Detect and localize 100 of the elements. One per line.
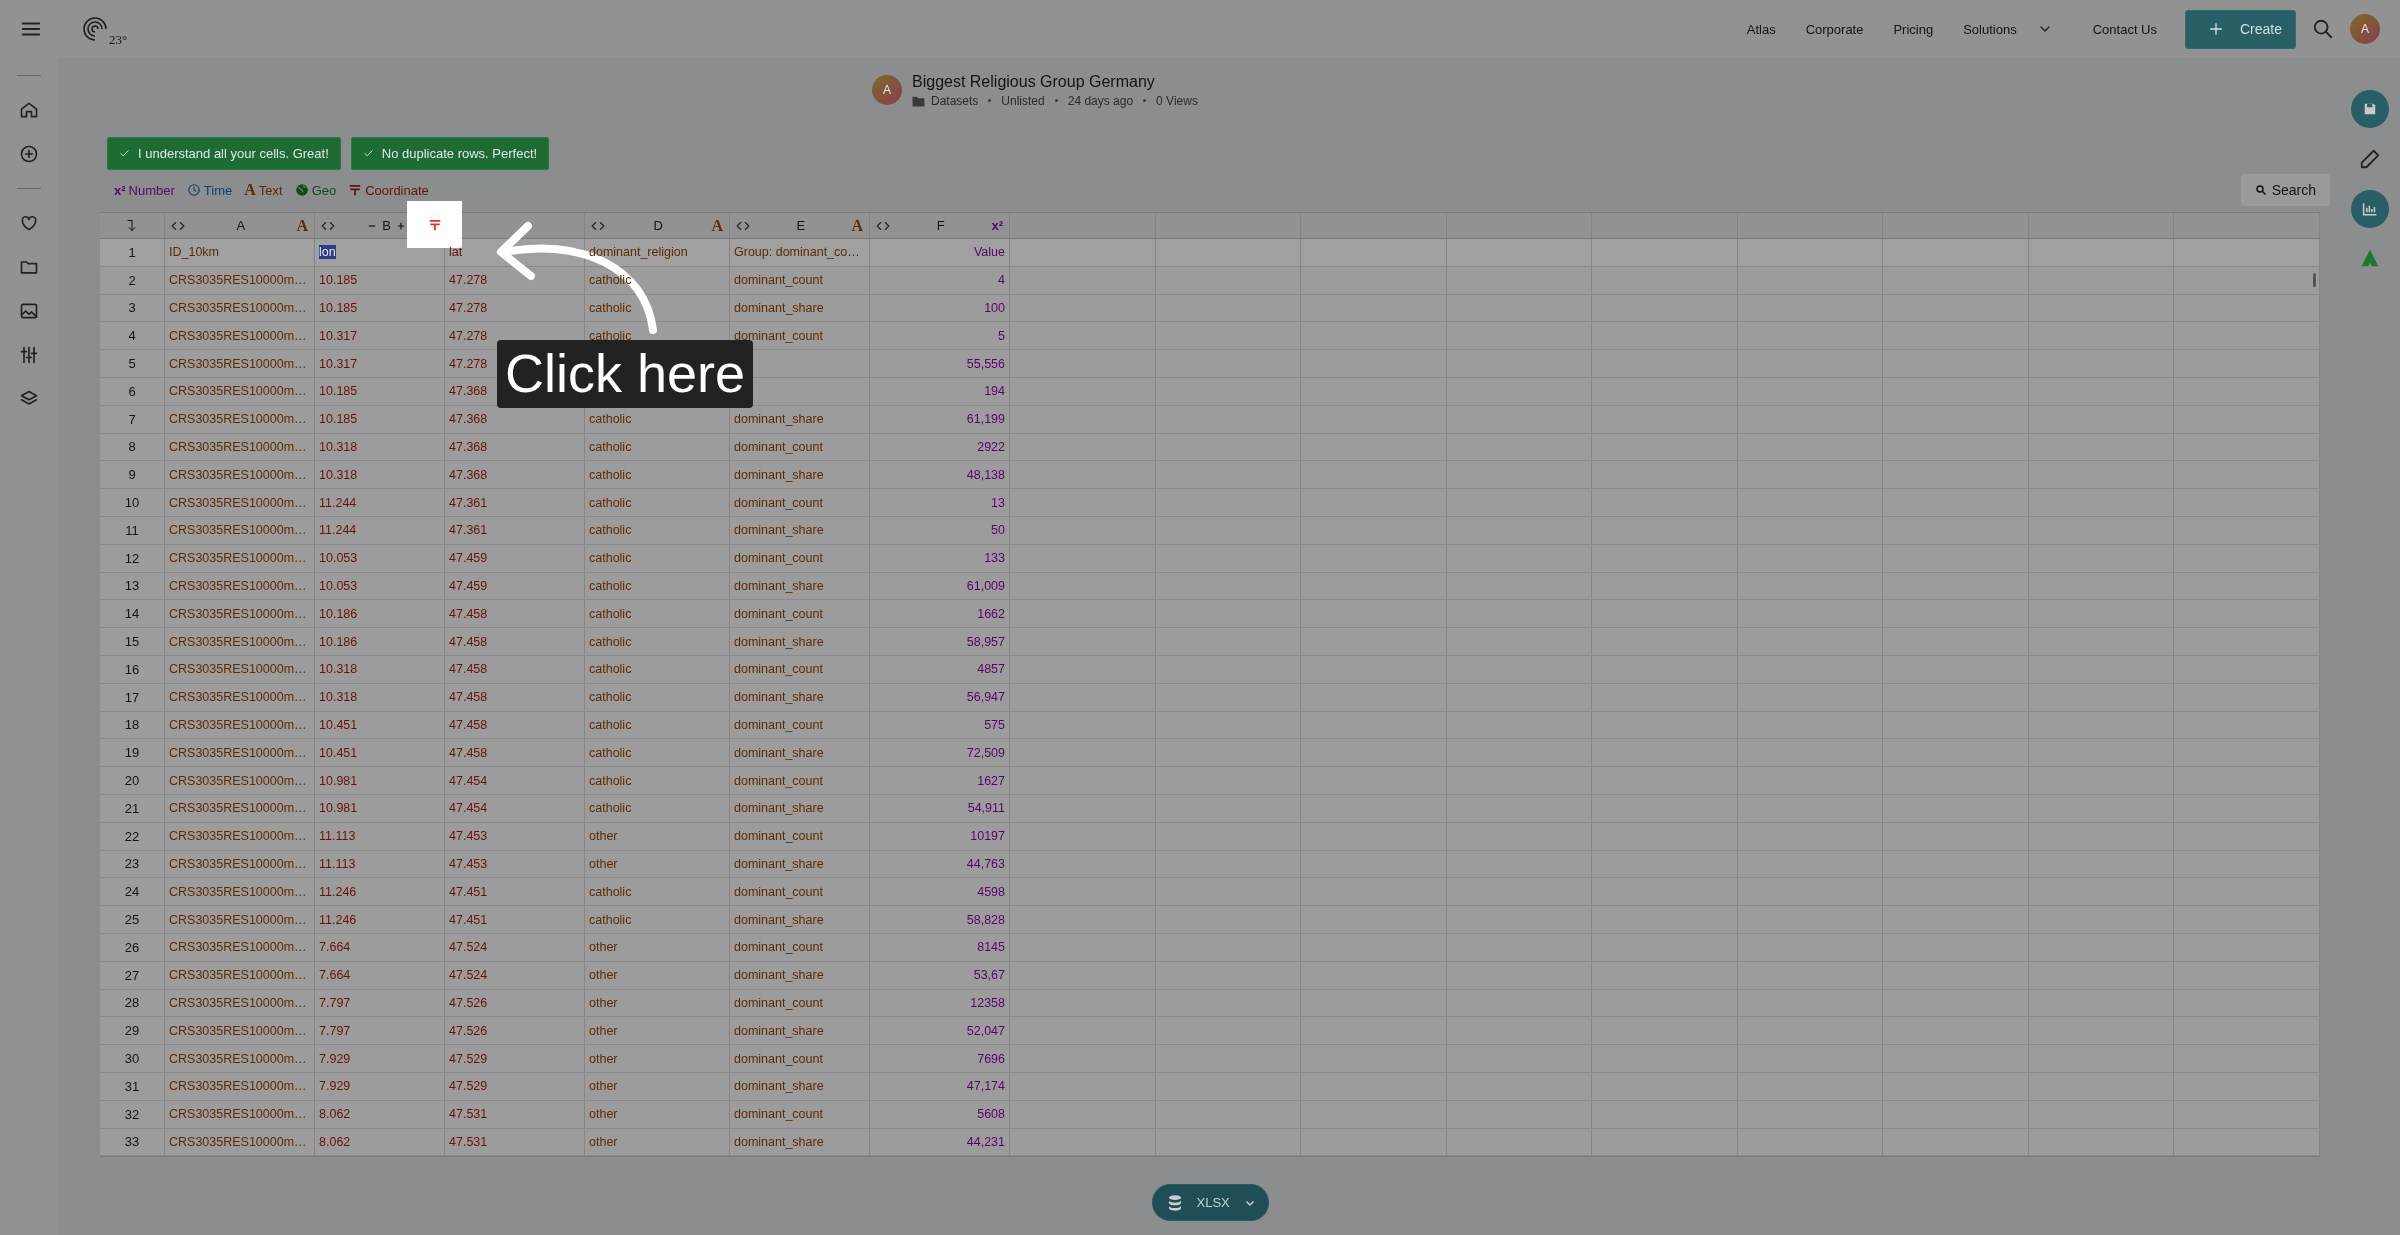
table-cell: 10.318 [319,467,358,482]
table-cell: dominant_share [734,1134,824,1149]
plus-icon[interactable] [396,221,405,230]
table-cell: 47.524 [449,968,488,983]
nav-link[interactable]: Solutions [1963,21,2063,37]
table-cell: 50 [991,523,1005,538]
table-cell: dominant_share [734,1023,824,1038]
header-cell[interactable]: lat [449,245,463,260]
table-cell: catholic [589,801,632,816]
search-button[interactable]: Search [2240,174,2330,206]
home-icon[interactable] [19,100,39,120]
nav-link[interactable]: Atlas [1746,21,1776,37]
table-cell: CRS3035RES10000m… [169,606,307,621]
code-icon[interactable] [736,219,750,232]
table-cell: 1627 [977,773,1005,788]
table-cell: CRS3035RES10000m… [169,328,307,343]
table-cell: catholic [589,328,632,343]
row-number: 32 [100,1100,165,1128]
owner-avatar[interactable]: A [872,75,902,105]
table-cell: catholic [589,551,632,566]
meta-text: 0 Views [1156,93,1198,108]
nav-link[interactable]: Contact Us [2092,21,2157,37]
table-cell: 47.526 [449,995,488,1010]
header-cell[interactable]: lon [319,245,336,260]
header-cell[interactable]: dominant_religion [589,245,688,260]
row-number: 11 [100,516,165,544]
table-cell: other [589,829,618,844]
code-icon[interactable] [876,219,890,232]
table-cell: CRS3035RES10000m… [169,968,307,983]
code-icon[interactable] [171,219,185,232]
table-cell: 47.451 [449,912,488,927]
table-cell: 47.459 [449,578,488,593]
plus-icon [2208,21,2224,37]
text-type-icon[interactable]: A [296,216,308,235]
search-icon[interactable] [2312,18,2334,40]
folder-link[interactable]: Datasets [931,93,979,108]
nav-link[interactable]: Corporate [1805,21,1864,37]
column-header[interactable]: E [796,218,806,233]
table-cell: 575 [984,717,1005,732]
table-cell: other [589,995,618,1010]
table-cell: 10.451 [319,717,358,732]
export-format-button[interactable]: XLSX [1151,1184,1269,1222]
table-cell: CRS3035RES10000m… [169,801,307,816]
add-icon[interactable] [19,144,39,164]
table-cell: 44,763 [966,856,1005,871]
database-icon [1166,1193,1183,1212]
table-cell: 10.186 [319,634,358,649]
table-cell: 7.929 [319,1079,351,1094]
column-header[interactable]: F [936,218,945,233]
sliders-icon[interactable] [19,345,39,365]
header-cell[interactable]: Group: dominant_co… [734,245,860,260]
column-header[interactable]: D [653,218,663,233]
table-cell: 10.317 [319,356,358,371]
sort-icon[interactable] [126,218,138,233]
number-type-icon[interactable]: x² [991,218,1003,233]
table-cell: dominant_count [734,1051,823,1066]
table-cell: CRS3035RES10000m… [169,384,307,399]
create-button[interactable]: Create [2185,9,2296,49]
table-cell: 55,556 [966,356,1005,371]
status-text: No duplicate rows. Perfect! [381,146,538,161]
header-cell[interactable]: ID_10km [169,245,220,260]
table-cell: 47.458 [449,606,488,621]
scrollbar-thumb[interactable] [2313,273,2316,287]
table-cell: 47.368 [449,384,488,399]
table-cell: dominant_share [734,968,824,983]
table-cell: 7.664 [319,940,351,955]
user-avatar[interactable]: A [2350,14,2380,44]
save-button[interactable] [2351,90,2389,128]
pencil-icon[interactable] [2359,148,2381,170]
text-type-icon[interactable]: A [851,216,863,235]
row-number: 3 [100,294,165,322]
logo[interactable]: 23° [82,16,128,42]
table-cell: other [589,1134,618,1149]
code-icon[interactable] [321,219,335,232]
table-cell: dominant_share [734,1079,824,1094]
row-number: 31 [100,1072,165,1100]
table-cell: catholic [589,301,632,315]
nav-link[interactable]: Pricing [1893,21,1934,37]
table-cell: 47.451 [449,884,488,899]
heart-icon[interactable] [19,213,39,233]
column-header[interactable]: B [368,218,405,233]
table-cell: 47.453 [449,856,488,871]
table-cell: other [589,1107,618,1122]
number-type-icon: x² [114,182,126,198]
table-cell: 1662 [977,606,1005,621]
table-cell: CRS3035RES10000m… [169,662,307,677]
header-cell[interactable]: Value [973,245,1005,260]
text-type-icon[interactable]: A [711,216,723,235]
column-header[interactable]: A [236,218,246,233]
chart-button[interactable] [2351,190,2389,228]
table-cell: 11.113 [319,856,356,871]
table-cell: CRS3035RES10000m… [169,912,307,927]
row-number: 9 [100,461,165,489]
table-cell: dominant_share [734,412,824,427]
table-cell: 8.062 [319,1134,351,1149]
row-number: 1 [100,239,165,266]
image-icon[interactable] [19,301,39,321]
table-cell: CRS3035RES10000m… [169,356,307,371]
code-icon[interactable] [591,219,605,232]
table-cell: CRS3035RES10000m… [169,829,307,844]
